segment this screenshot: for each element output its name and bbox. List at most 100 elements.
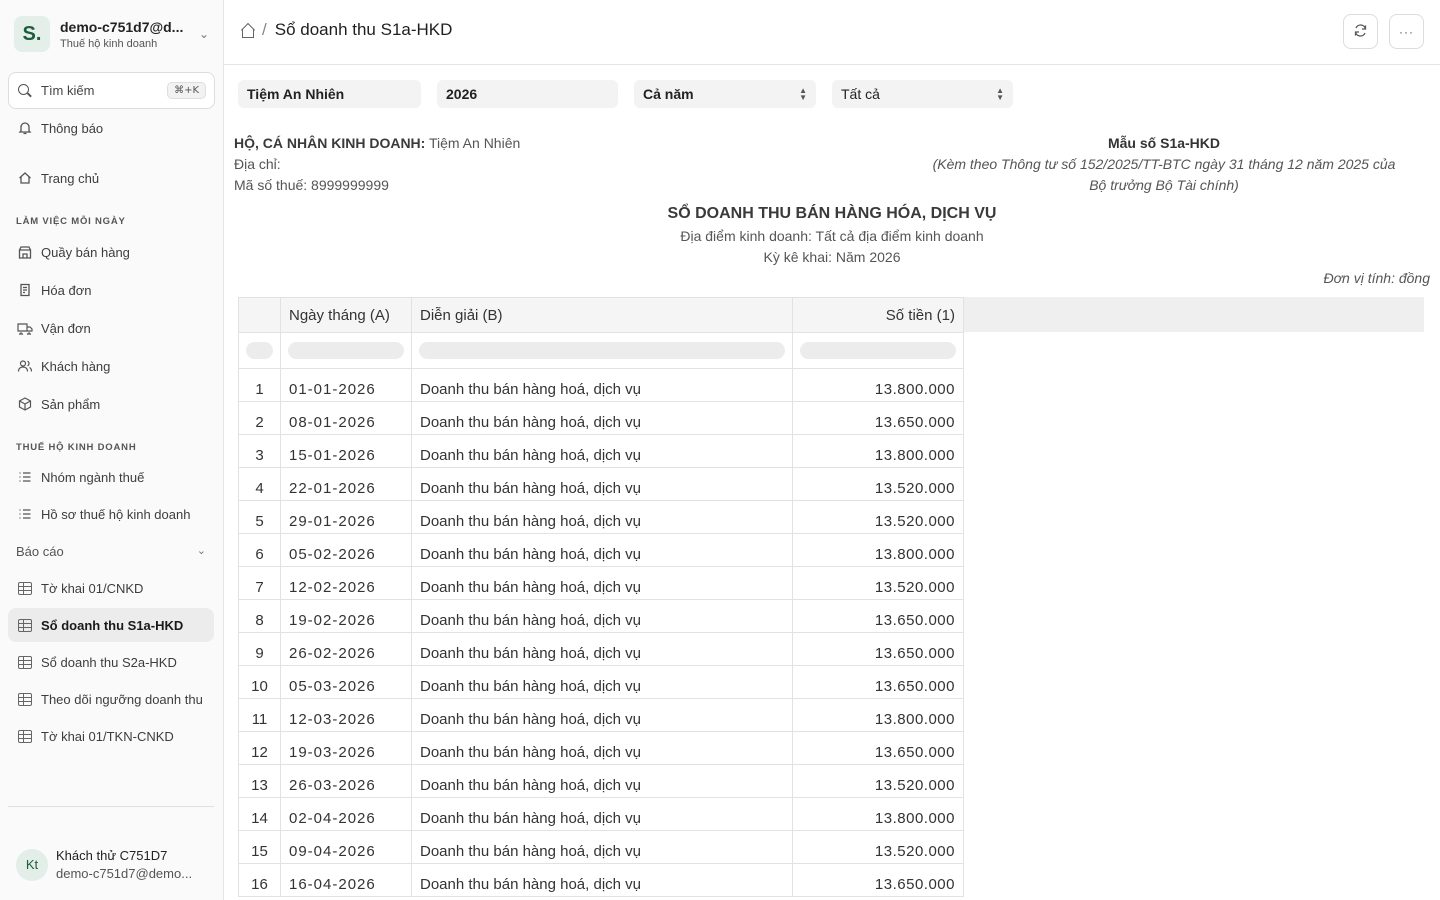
- refresh-button[interactable]: [1343, 14, 1378, 49]
- cell-date: 19-03-2026: [280, 731, 412, 765]
- nav-label: Hóa đơn: [41, 282, 92, 298]
- user-menu[interactable]: Kt Khách thử C751D7 demo-c751d7@demo...: [16, 848, 216, 881]
- cell-index: 16: [238, 863, 281, 897]
- table-row: 14 02-04-2026 Doanh thu bán hàng hoá, dịch…: [238, 797, 964, 831]
- location-select[interactable]: Tất cả ▲ ▼: [832, 80, 1013, 108]
- nav-products[interactable]: Sản phẩm: [8, 387, 214, 421]
- cell-description: Doanh thu bán hàng hoá, dịch vụ: [411, 467, 793, 501]
- refresh-icon: [1353, 23, 1368, 41]
- table-row: 4 22-01-2026 Doanh thu bán hàng hoá, dịch …: [238, 467, 964, 501]
- workspace-switcher[interactable]: S. demo-c751d7@d... Thuế hộ kinh doanh ⌄: [14, 14, 212, 54]
- nav-report-01-cnkd[interactable]: Tờ khai 01/CNKD: [8, 571, 214, 605]
- table-header-row: Ngày tháng (A) Diễn giải (B) Số tiền (1): [238, 297, 964, 333]
- nav-label: Tờ khai 01/TKN-CNKD: [41, 728, 174, 744]
- search-label: Tìm kiếm: [41, 83, 95, 98]
- cell-amount: 13.520.000: [792, 467, 964, 501]
- cell-amount: 13.650.000: [792, 665, 964, 699]
- nav-shipping[interactable]: Vận đơn: [8, 311, 214, 345]
- nav-invoices[interactable]: Hóa đơn: [8, 273, 214, 307]
- table-icon: [17, 617, 33, 633]
- home-icon: [17, 170, 33, 186]
- nav-pos[interactable]: Quầy bán hàng: [8, 235, 214, 269]
- table-row: 9 26-02-2026 Doanh thu bán hàng hoá, dịch …: [238, 632, 964, 666]
- nav-tax-profile[interactable]: Hồ sơ thuế hộ kinh doanh: [8, 497, 214, 531]
- nav-label: Theo dõi ngưỡng doanh thu: [41, 691, 203, 707]
- nav-notifications[interactable]: Thông báo: [8, 111, 214, 145]
- nav-label: Sản phẩm: [41, 396, 101, 412]
- column-header-index: [238, 297, 281, 333]
- nav-report-s2a[interactable]: Sổ doanh thu S2a-HKD: [8, 645, 214, 679]
- table-icon: [17, 654, 33, 670]
- tax-code: Mã số thuế: 8999999999: [234, 177, 389, 193]
- column-header-description: Diễn giải (B): [411, 297, 793, 333]
- cell-description: Doanh thu bán hàng hoá, dịch vụ: [411, 368, 793, 402]
- cell-amount: 13.650.000: [792, 599, 964, 633]
- table-row: 12 19-03-2026 Doanh thu bán hàng hoá, dịch…: [238, 731, 964, 765]
- cell-description: Doanh thu bán hàng hoá, dịch vụ: [411, 797, 793, 831]
- workspace-logo: S.: [14, 16, 50, 52]
- nav-label: Hồ sơ thuế hộ kinh doanh: [41, 506, 191, 522]
- cell-description: Doanh thu bán hàng hoá, dịch vụ: [411, 764, 793, 798]
- period-select-value: Cả năm: [643, 86, 694, 102]
- year-filter-value: 2026: [446, 86, 478, 102]
- cell-description: Doanh thu bán hàng hoá, dịch vụ: [411, 863, 793, 897]
- search-icon: [17, 83, 33, 99]
- table-row: 8 19-02-2026 Doanh thu bán hàng hoá, dịch …: [238, 599, 964, 633]
- table-icon: [17, 691, 33, 707]
- shop-filter[interactable]: Tiệm An Nhiên: [238, 80, 421, 108]
- cell-index: 1: [238, 368, 281, 402]
- cell-description: Doanh thu bán hàng hoá, dịch vụ: [411, 533, 793, 567]
- nav-report-s1a[interactable]: Sổ doanh thu S1a-HKD: [8, 608, 214, 642]
- cell-date: 19-02-2026: [280, 599, 412, 633]
- cell-amount: 13.800.000: [792, 368, 964, 402]
- cell-amount: 13.800.000: [792, 797, 964, 831]
- home-icon[interactable]: [240, 23, 254, 38]
- more-options-button[interactable]: ···: [1389, 14, 1424, 49]
- nav-report-threshold[interactable]: Theo dõi ngưỡng doanh thu: [8, 682, 214, 716]
- nav-label: Quầy bán hàng: [41, 244, 130, 260]
- cell-date: 09-04-2026: [280, 830, 412, 864]
- section-daily-label: LÀM VIỆC MỖI NGÀY: [16, 216, 126, 227]
- nav-label: Vận đơn: [41, 320, 91, 336]
- nav-label: Sổ doanh thu S1a-HKD: [41, 617, 184, 633]
- nav-report-01-tkn[interactable]: Tờ khai 01/TKN-CNKD: [8, 719, 214, 753]
- table-row: 5 29-01-2026 Doanh thu bán hàng hoá, dịch …: [238, 500, 964, 534]
- cell-amount: 13.800.000: [792, 434, 964, 468]
- table-row: 3 15-01-2026 Doanh thu bán hàng hoá, dịch …: [238, 434, 964, 468]
- cell-index: 10: [238, 665, 281, 699]
- cell-index: 13: [238, 764, 281, 798]
- sidebar: S. demo-c751d7@d... Thuế hộ kinh doanh ⌄…: [0, 0, 224, 900]
- owner-value: Tiệm An Nhiên: [428, 135, 521, 151]
- cell-description: Doanh thu bán hàng hoá, dịch vụ: [411, 401, 793, 435]
- search-shortcut: ⌘+K: [167, 82, 206, 99]
- cell-description: Doanh thu bán hàng hoá, dịch vụ: [411, 434, 793, 468]
- cell-date: 26-03-2026: [280, 764, 412, 798]
- cell-date: 26-02-2026: [280, 632, 412, 666]
- sidebar-divider: [8, 806, 214, 807]
- table-header-extension: [964, 297, 1424, 332]
- cell-index: 12: [238, 731, 281, 765]
- period-select[interactable]: Cả năm ▲ ▼: [634, 80, 816, 108]
- cell-date: 08-01-2026: [280, 401, 412, 435]
- skeleton-bar: [288, 342, 404, 359]
- cell-index: 11: [238, 698, 281, 732]
- search-box[interactable]: Tìm kiếm ⌘+K: [8, 72, 215, 109]
- nav-tax-groups[interactable]: Nhóm ngành thuế: [8, 460, 214, 494]
- address-label: Địa chỉ:: [234, 156, 281, 172]
- list-icon: [17, 506, 33, 522]
- cell-date: 29-01-2026: [280, 500, 412, 534]
- nav-home[interactable]: Trang chủ: [8, 161, 214, 195]
- more-icon: ···: [1399, 24, 1414, 39]
- report-unit: Đơn vị tính: đồng: [1323, 270, 1430, 286]
- cell-amount: 13.650.000: [792, 401, 964, 435]
- cell-amount: 13.650.000: [792, 863, 964, 897]
- cell-description: Doanh thu bán hàng hoá, dịch vụ: [411, 599, 793, 633]
- form-code: Mẫu số S1a-HKD: [1107, 135, 1221, 151]
- cell-amount: 13.650.000: [792, 731, 964, 765]
- cell-index: 5: [238, 500, 281, 534]
- chevron-updown-icon: ▲ ▼: [799, 86, 807, 102]
- reports-group-toggle[interactable]: Báo cáo ⌄: [16, 544, 206, 559]
- year-filter[interactable]: 2026: [437, 80, 618, 108]
- cell-index: 8: [238, 599, 281, 633]
- nav-customers[interactable]: Khách hàng: [8, 349, 214, 383]
